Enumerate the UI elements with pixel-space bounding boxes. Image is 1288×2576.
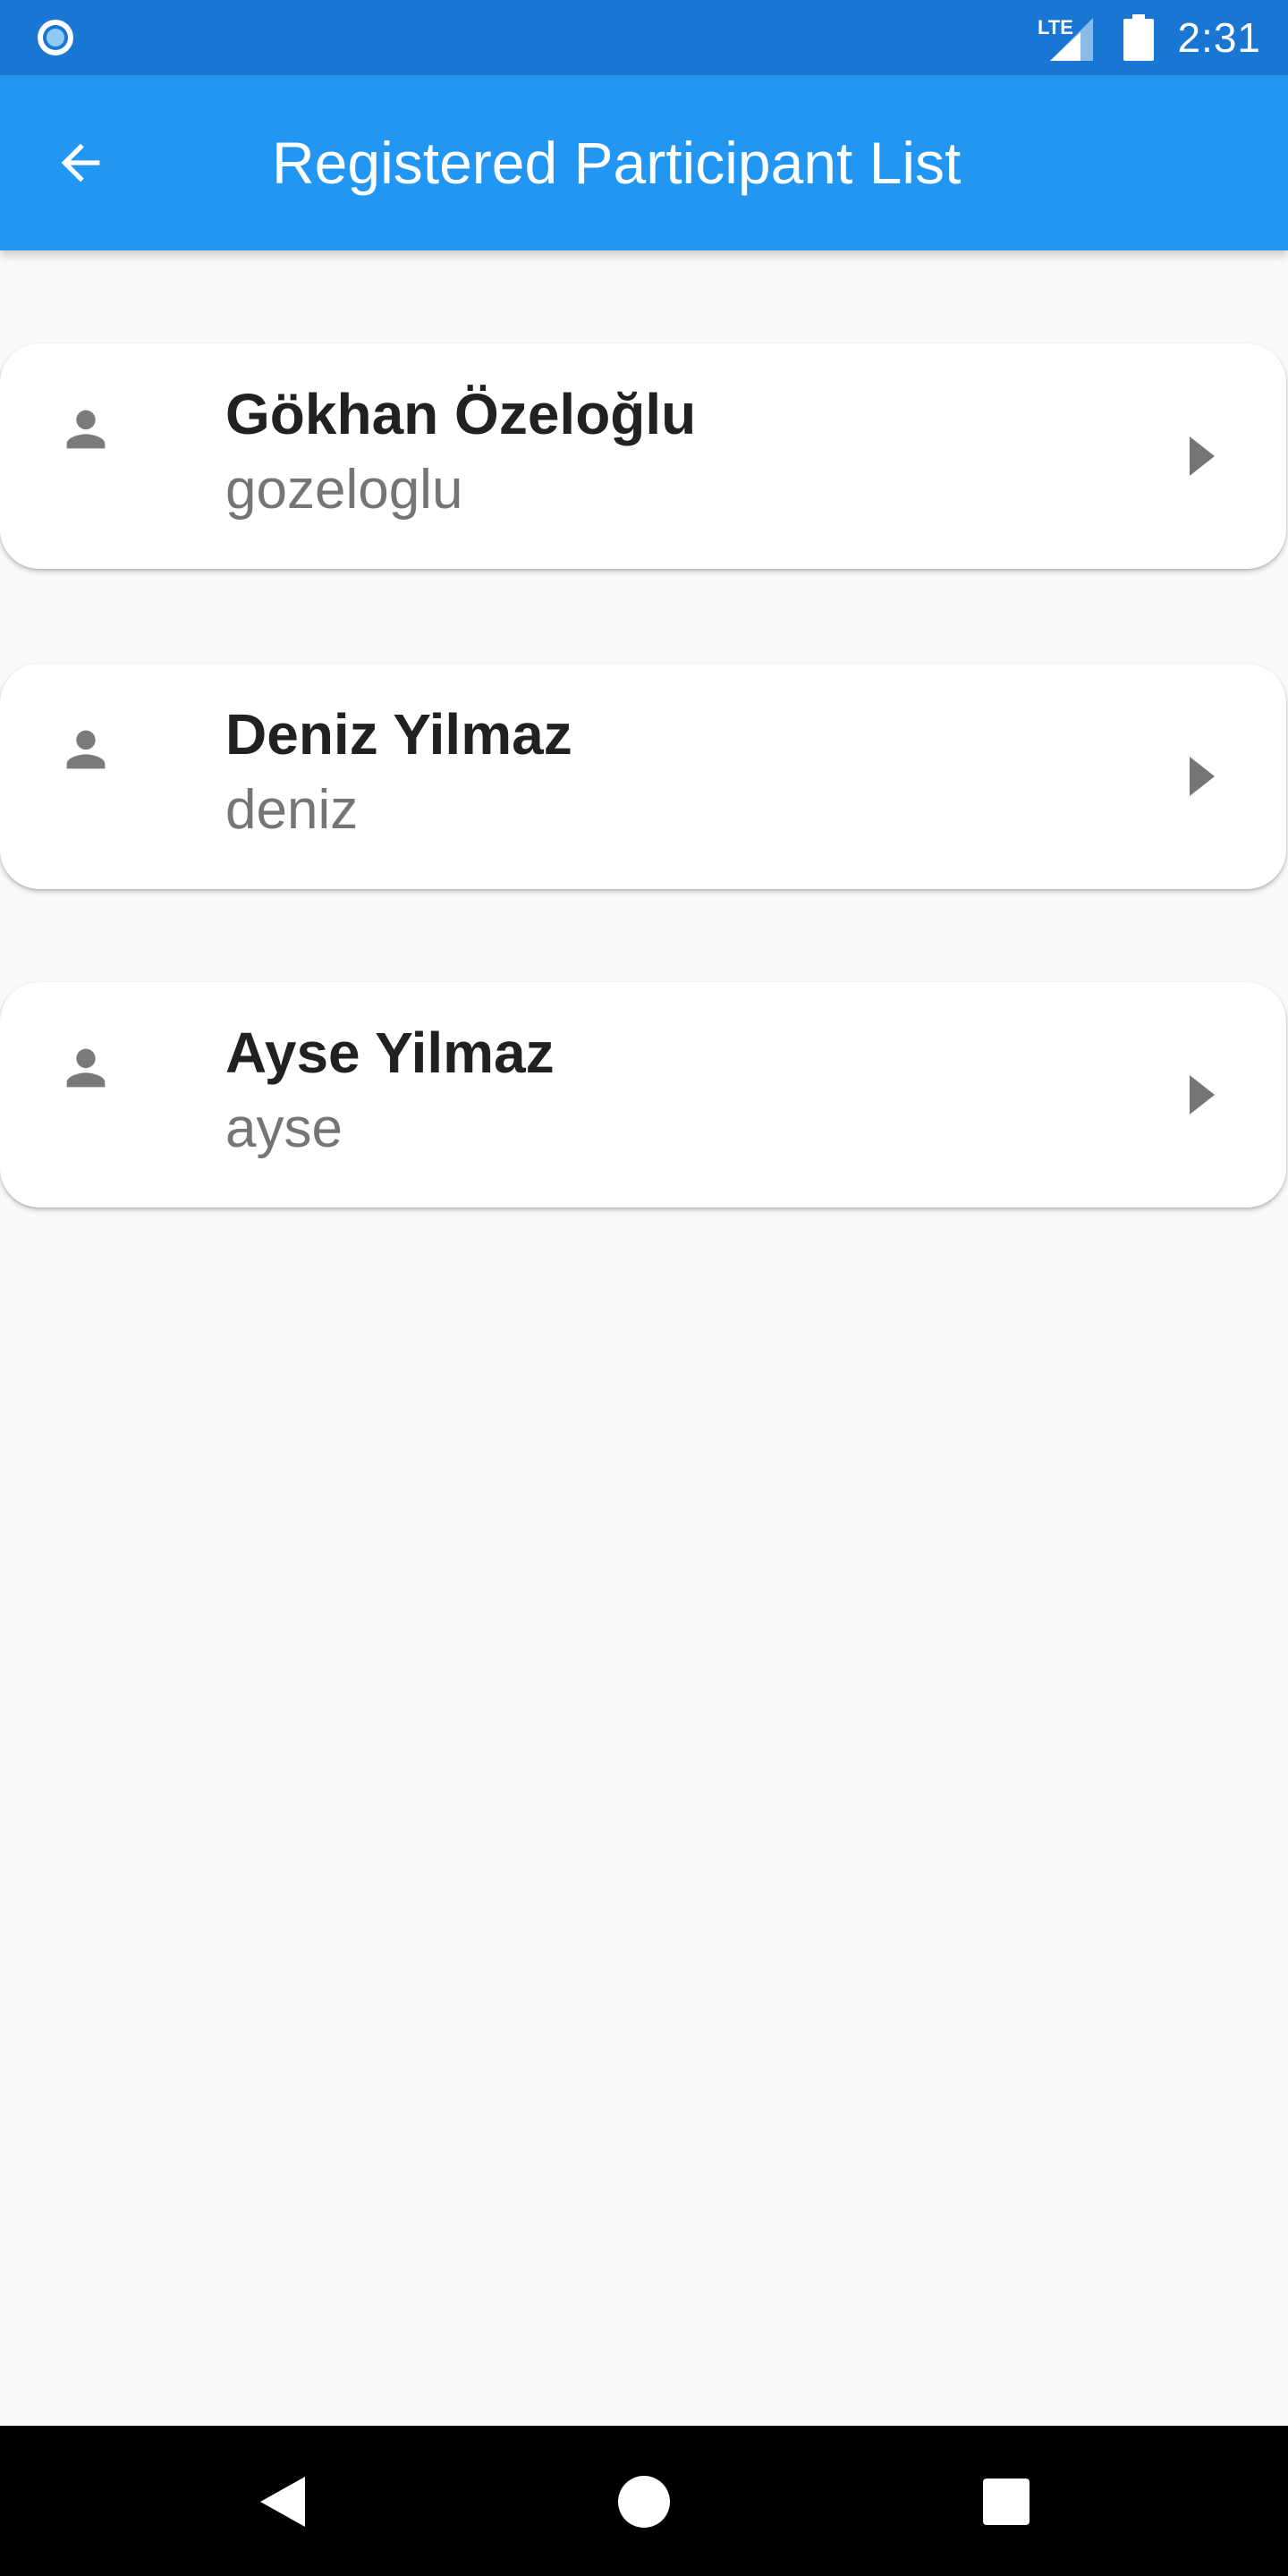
person-icon	[66, 410, 106, 449]
participant-username: deniz	[225, 779, 359, 841]
screen: LTE 2:31 Registered Participant List Gök	[0, 0, 1288, 2576]
list-item[interactable]: Deniz Yilmaz deniz	[0, 664, 1286, 889]
lte-label: LTE	[1038, 16, 1073, 38]
participant-name: Gökhan Özeloğlu	[225, 382, 697, 446]
list-item[interactable]: Ayse Yilmaz ayse	[0, 982, 1286, 1208]
page-title: Registered Participant List	[272, 130, 962, 196]
participant-name: Deniz Yilmaz	[225, 702, 572, 767]
chevron-right-icon	[1190, 436, 1215, 476]
chevron-right-icon	[1190, 757, 1215, 796]
participant-username: gozeloglu	[225, 459, 463, 521]
system-nav-bar	[0, 2426, 1288, 2576]
app-bar: Registered Participant List	[0, 75, 1288, 250]
home-circle-icon	[618, 2476, 670, 2528]
status-time: 2:31	[1177, 14, 1261, 61]
recents-square-icon	[983, 2479, 1030, 2525]
lte-signal-icon: LTE	[1038, 16, 1094, 61]
status-bar: LTE 2:31	[0, 0, 1288, 75]
person-icon	[66, 730, 106, 769]
notification-circle-icon	[38, 20, 73, 55]
chevron-right-icon	[1190, 1075, 1215, 1114]
arrow-back-icon	[61, 143, 100, 182]
battery-icon	[1123, 14, 1155, 61]
back-button[interactable]	[45, 127, 116, 199]
back-triangle-icon	[260, 2477, 305, 2527]
nav-back-button[interactable]	[242, 2462, 322, 2542]
list-item[interactable]: Gökhan Özeloğlu gozeloglu	[0, 343, 1286, 569]
nav-home-button[interactable]	[604, 2462, 684, 2542]
participant-name: Ayse Yilmaz	[225, 1021, 555, 1085]
person-icon	[66, 1048, 106, 1088]
participant-username: ayse	[225, 1097, 343, 1159]
status-right: LTE 2:31	[1038, 0, 1261, 75]
nav-recents-button[interactable]	[966, 2462, 1046, 2542]
